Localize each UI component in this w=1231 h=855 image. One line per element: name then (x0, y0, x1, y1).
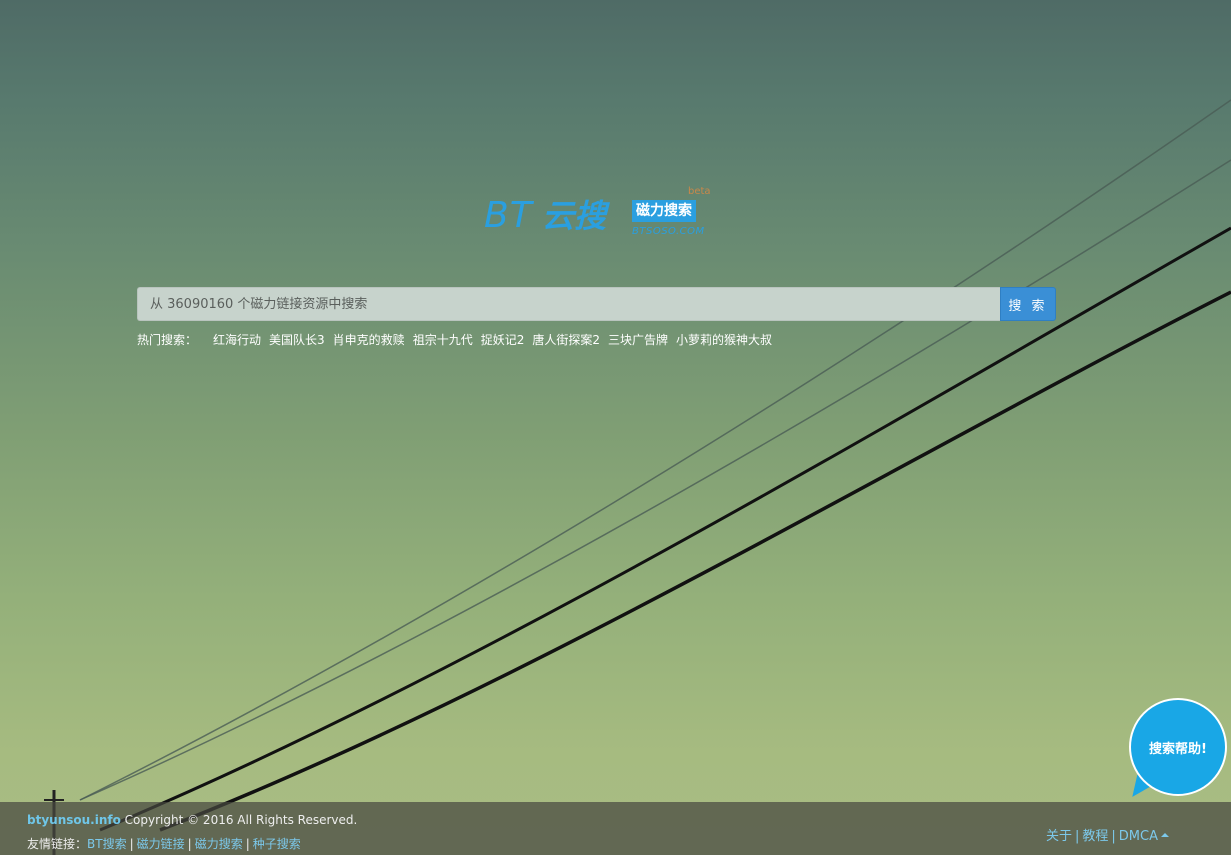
search-help-button[interactable]: 搜索帮助! (1129, 698, 1227, 796)
hot-search-link[interactable]: 美国队长3 (269, 331, 325, 348)
search-input[interactable] (137, 287, 1000, 321)
hot-search-link[interactable]: 红海行动 (213, 331, 261, 348)
site-logo[interactable]: BT 云搜 磁力搜索 beta BTSOSO.COM (484, 186, 716, 242)
background-wires (44, 99, 1231, 855)
hot-search-link[interactable]: 祖宗十九代 (413, 331, 473, 348)
logo-bt-text: BT (484, 195, 533, 236)
footer-copyright-line: btyunsou.info Copyright © 2016 All Right… (27, 813, 357, 827)
divider: | (129, 837, 134, 851)
divider: | (1075, 829, 1080, 844)
logo-yun-text: 云搜 (542, 197, 607, 235)
hot-search-link[interactable]: 小萝莉的猴神大叔 (676, 331, 772, 348)
footer-copyright: Copyright © 2016 All Rights Reserved. (124, 813, 358, 827)
footer-nav: 关于 | 教程 | DMCA (1046, 825, 1169, 844)
divider: | (187, 837, 192, 851)
footer-brand-link[interactable]: btyunsou.info (27, 813, 121, 827)
tutorial-link[interactable]: 教程 (1082, 829, 1108, 844)
about-link[interactable]: 关于 (1046, 829, 1072, 844)
logo-tag: 磁力搜索 (632, 200, 696, 222)
divider: | (1111, 829, 1116, 844)
hot-search-link[interactable]: 三块广告牌 (608, 331, 668, 348)
search-form: 搜 索 (137, 287, 1056, 321)
hot-searches-label: 热门搜索： (137, 333, 198, 347)
logo-domain: BTSOSO.COM (632, 226, 705, 237)
hot-search-link[interactable]: 肖申克的救赎 (333, 331, 405, 348)
friend-link[interactable]: 种子搜索 (253, 837, 301, 851)
search-help-label: 搜索帮助! (1149, 741, 1207, 757)
friend-link[interactable]: 磁力链接 (137, 837, 185, 851)
dmca-link[interactable]: DMCA (1119, 829, 1158, 844)
hot-search-link[interactable]: 唐人街探案2 (532, 331, 600, 348)
search-button[interactable]: 搜 索 (1000, 287, 1056, 321)
footer: btyunsou.info Copyright © 2016 All Right… (0, 802, 1231, 855)
hot-search-link[interactable]: 捉妖记2 (481, 331, 525, 348)
caret-up-icon[interactable] (1161, 832, 1169, 837)
divider: | (245, 837, 250, 851)
friend-links-label: 友情链接： (27, 837, 88, 851)
hot-searches: 热门搜索： 红海行动 美国队长3 肖申克的救赎 祖宗十九代 捉妖记2 唐人街探案… (137, 331, 780, 348)
friend-link[interactable]: 磁力搜索 (195, 837, 243, 851)
beta-badge: beta (688, 186, 711, 197)
friend-link[interactable]: BT搜索 (87, 837, 127, 851)
footer-friend-links: 友情链接：BT搜索 | 磁力链接 | 磁力搜索 | 种子搜索 (27, 835, 301, 852)
